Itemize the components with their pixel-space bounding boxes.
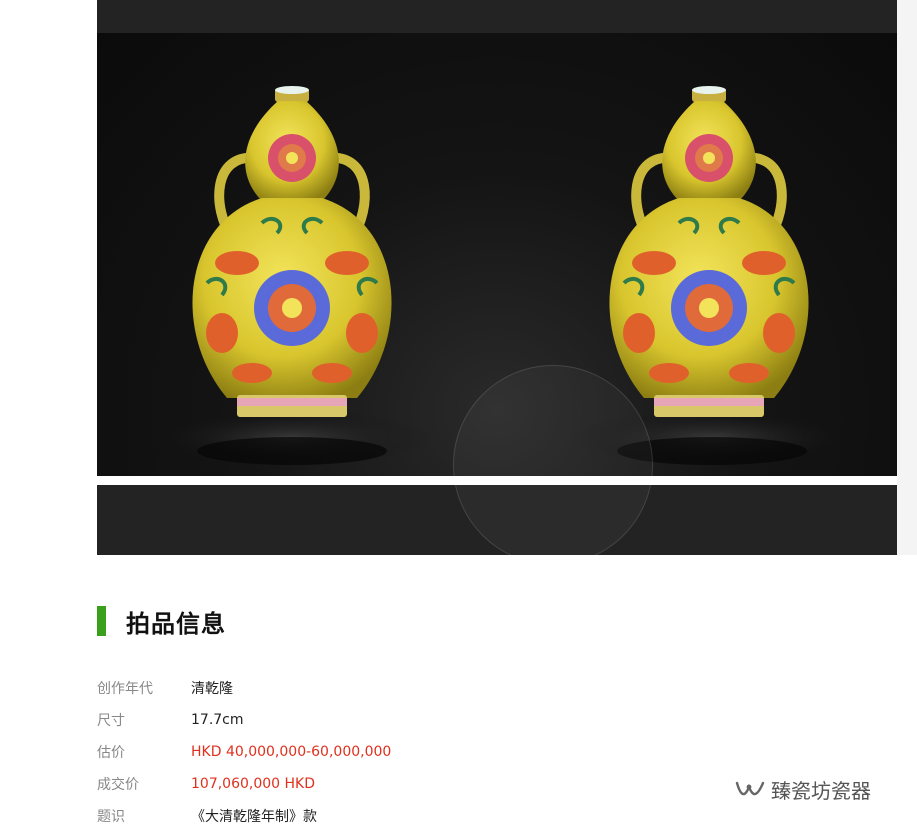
article-page: 拍品信息 创作年代 清乾隆 尺寸 17.7cm 估价 HKD 40,000,00… — [0, 0, 917, 829]
info-label: 创作年代 — [97, 681, 153, 697]
info-label: 题识 — [97, 809, 125, 825]
info-row-estimate: 估价 HKD 40,000,000-60,000,000 — [97, 736, 697, 768]
gallery-top-bar — [97, 0, 897, 33]
account-watermark: 臻瓷坊瓷器 — [735, 775, 871, 804]
info-value: HKD 40,000,000-60,000,000 — [191, 744, 392, 760]
section-header: 拍品信息 — [97, 605, 226, 638]
info-row-inscription: 题识 《大清乾隆年制》款 — [97, 800, 697, 829]
wechat-channel-icon — [735, 779, 765, 801]
info-row-hammer-price: 成交价 107,060,000 HKD — [97, 768, 697, 800]
info-row-size: 尺寸 17.7cm — [97, 704, 697, 736]
info-value: 17.7cm — [191, 712, 244, 728]
section-title: 拍品信息 — [126, 609, 226, 638]
image-gallery[interactable] — [97, 0, 897, 555]
info-value: 清乾隆 — [191, 681, 233, 697]
lot-info-table: 创作年代 清乾隆 尺寸 17.7cm 估价 HKD 40,000,000-60,… — [97, 672, 697, 829]
info-value: 107,060,000 HKD — [191, 776, 316, 792]
account-name: 臻瓷坊瓷器 — [771, 779, 871, 803]
info-value: 《大清乾隆年制》款 — [191, 809, 317, 825]
section-accent-bar — [97, 606, 106, 636]
info-label: 估价 — [97, 745, 125, 761]
gallery-swipe-indicator[interactable] — [453, 365, 653, 555]
page-edge — [897, 0, 917, 555]
info-label: 尺寸 — [97, 713, 125, 729]
info-label: 成交价 — [97, 777, 139, 793]
info-row-era: 创作年代 清乾隆 — [97, 672, 697, 704]
